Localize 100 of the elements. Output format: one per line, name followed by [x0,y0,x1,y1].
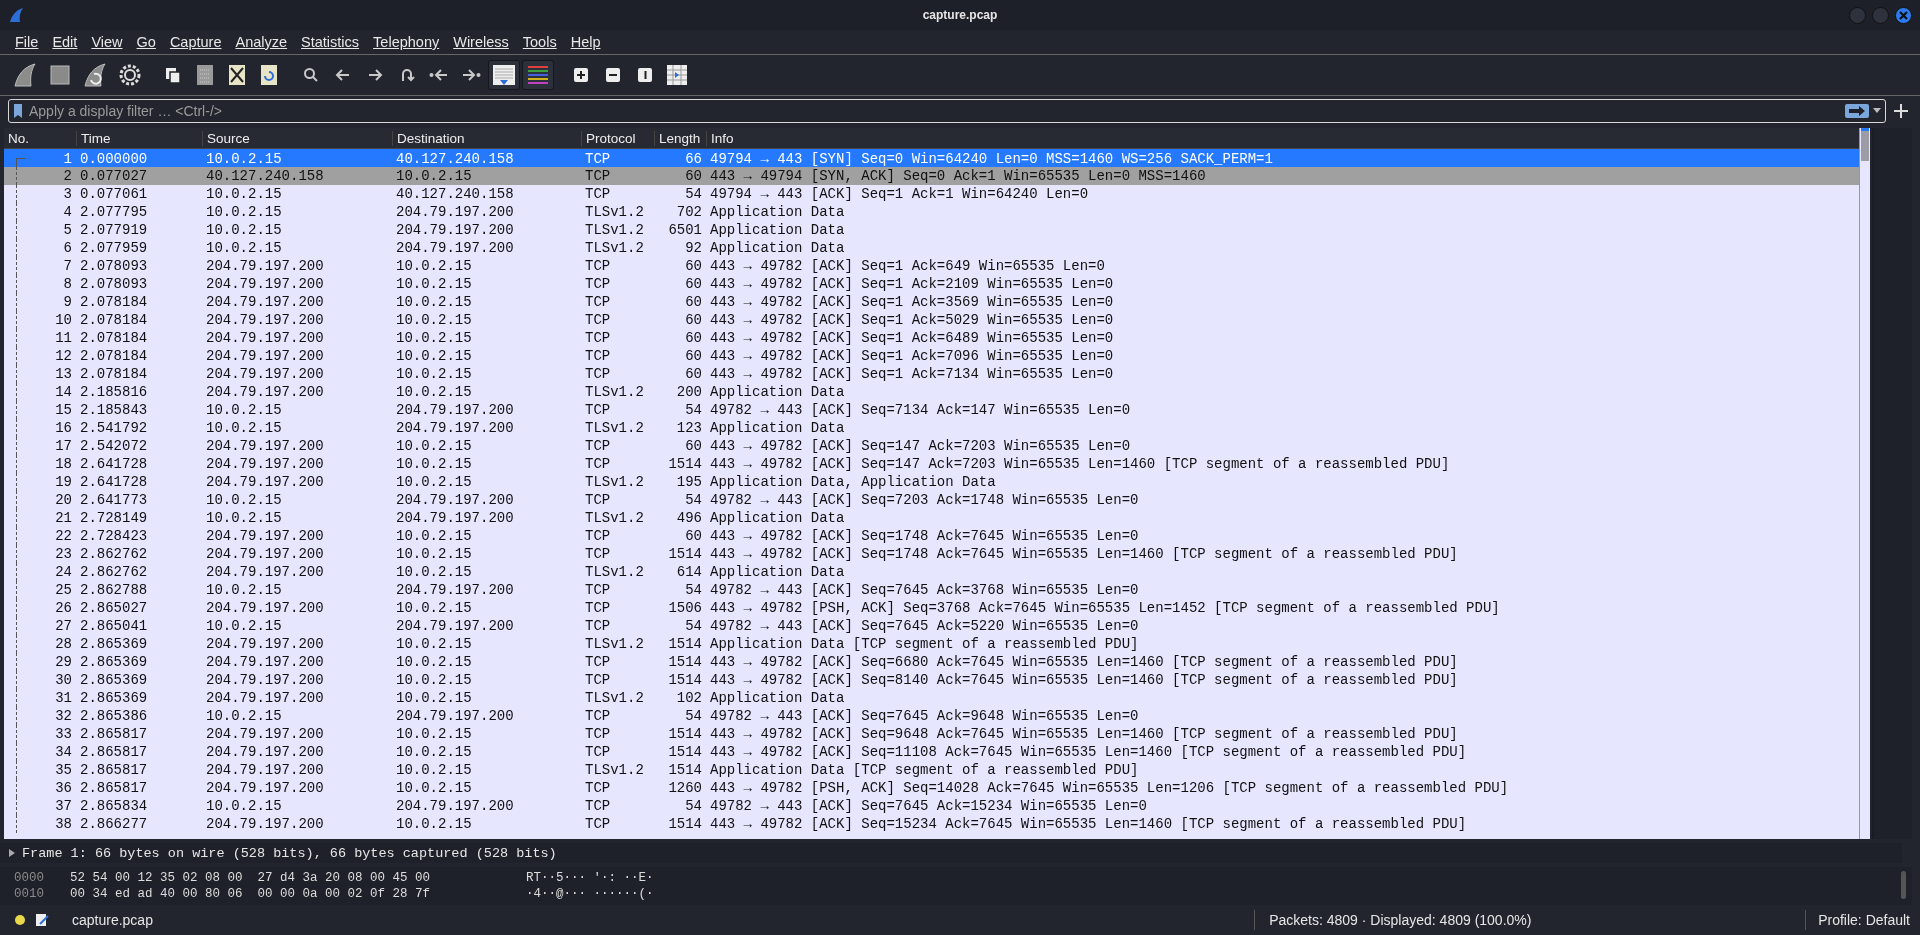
table-cell-text: 443 → 49794 [SYN, ACK] Seq=0 Ack=1 Win=65535 Len=0 MSS=1460 [709,168,1207,184]
apply-filter-button[interactable] [1845,104,1869,118]
menu-item[interactable]: Go [129,32,163,52]
table-cell-text: 443 → 49782 [ACK] Seq=1 Ack=2109 Win=65535 Len=0 [709,276,1115,292]
column-grid-icon [666,64,688,86]
menu-item[interactable]: Telephony [366,32,447,52]
table-cell-text: 204.79.197.200 [395,798,515,814]
table-cell-text: 3 [62,186,73,202]
table-cell-text: 54 [684,708,703,724]
hex-offset: 0010 [13,887,45,901]
table-cell-text: 10.0.2.15 [205,240,283,256]
menu-item[interactable]: Capture [162,32,229,52]
table-cell-text: 204.79.197.200 [205,474,325,490]
scrollbar[interactable] [1901,871,1906,899]
table-cell-text: 54 [684,618,703,634]
table-cell-text: 12 [54,348,73,364]
table-cell-text: TCP [584,348,612,364]
profile-label[interactable]: Profile: Default [1805,910,1920,930]
column-header[interactable]: Time [76,130,202,146]
search-icon [303,67,319,83]
table-cell-text: 2.542072 [79,438,149,454]
fin-with-arrow-icon [82,62,108,88]
table-cell-text: 31 [54,690,73,706]
menu-item[interactable]: Analyze [228,32,295,52]
square-icon [48,63,72,87]
table-cell-text: 443 → 49782 [ACK] Seq=9648 Ack=7645 Win=65535 Len=1460 [TCP segment of a reassembled PDU] [709,726,1459,742]
table-cell-text: 10.0.2.15 [395,546,473,562]
table-cell-text: 204.79.197.200 [205,744,325,760]
menu-item[interactable]: File [8,32,46,52]
table-cell-text: 443 → 49782 [ACK] Seq=15234 Ack=7645 Win=65535 Len=1460 [TCP segment of a reassembled PDU] [709,816,1468,832]
table-cell-text: Application Data [709,690,846,706]
table-cell-text: 10.0.2.15 [205,204,283,220]
table-cell-text: 60 [684,348,703,364]
toolbar-button[interactable] [488,60,520,90]
file-with-x-icon [227,63,247,87]
table-cell-text: 40.127.240.158 [395,186,515,202]
table-cell-text: 19 [54,474,73,490]
table-cell-text: 204.79.197.200 [395,402,515,418]
toolbar-button[interactable] [522,60,554,90]
packet-row[interactable]: 1 0.000000 10.0.2.15 40.127.240.158 TCP 66 49794 → 443 [SYN] Seq=0 Win=64240 Len=0 MSS=1460 WS=256 SACK_PERM=1 [4,149,1859,167]
column-header[interactable]: Length [654,130,706,146]
table-cell-text: 10.0.2.15 [395,636,473,652]
menu-item[interactable]: Statistics [294,32,367,52]
table-cell-text: 17 [54,438,73,454]
column-header[interactable]: Source [202,130,392,146]
table-cell-text: 2.865041 [79,618,149,634]
table-cell-text: TCP [584,528,612,544]
table-cell-text: 10.0.2.15 [395,564,473,580]
table-cell-text: 1514 [667,816,703,832]
display-filter-field[interactable]: Apply a display filter … <Ctrl-/> [8,99,1886,123]
menu-item[interactable]: Wireless [446,32,516,52]
table-cell-text: 443 → 49782 [PSH, ACK] Seq=14028 Ack=7645 Win=65535 Len=1206 [TCP segment of a reassembled PDU] [709,780,1510,796]
table-cell-text: 2.862762 [79,546,149,562]
table-cell-text: 2.865027 [79,600,149,616]
menu-item[interactable]: Help [563,32,608,52]
menu-item[interactable]: Edit [45,32,85,52]
table-cell-text: 10.0.2.15 [395,600,473,616]
table-cell-text: Application Data [TCP segment of a reassembled PDU] [709,636,1140,652]
table-cell-text: TLSv1.2 [584,636,645,652]
table-cell-text: 204.79.197.200 [395,708,515,724]
column-header[interactable]: Protocol [581,130,654,146]
table-cell-text: 614 [675,564,703,580]
table-cell-text: TLSv1.2 [584,564,645,580]
table-cell-text: 2 [62,168,73,184]
expand-toggle[interactable] [8,849,16,857]
table-cell-text: 21 [54,510,73,526]
table-cell-text: 443 → 49782 [ACK] Seq=1 Ack=7134 Win=65535 Len=0 [709,366,1115,382]
table-cell-text: 443 → 49782 [ACK] Seq=8140 Ack=7645 Win=65535 Len=1460 [TCP segment of a reassembled PDU] [709,672,1459,688]
menu-item[interactable]: Tools [515,32,564,52]
table-cell-text: 8 [62,276,73,292]
table-cell-text: 1514 [667,726,703,742]
table-cell-text: 54 [684,402,703,418]
table-cell-text: 2.865386 [79,708,149,724]
table-cell-text: 2.078184 [79,330,149,346]
table-cell-text: 10.0.2.15 [205,492,283,508]
table-cell-text: TCP [584,672,612,688]
close-button[interactable] [1895,6,1912,24]
table-cell-text: 1514 [667,744,703,760]
column-header[interactable]: Destination [392,130,581,146]
table-cell-text: 2.641728 [79,456,149,472]
table-cell-text: 10.0.2.15 [205,186,283,202]
menu-item[interactable]: View [84,32,130,52]
table-cell-text: 443 → 49782 [ACK] Seq=1 Ack=7096 Win=65535 Len=0 [709,348,1115,364]
scrollbar-thumb[interactable] [1861,128,1869,161]
filter-input[interactable]: Apply a display filter … <Ctrl-/> [27,102,1841,120]
table-cell-text: 10.0.2.15 [395,726,473,742]
table-cell-text: Application Data [709,240,846,256]
table-cell-text: 1514 [667,762,703,778]
table-cell-text: 2.077795 [79,204,149,220]
right-caret-icon [8,849,16,857]
table-cell-text: TCP [584,294,612,310]
table-cell-text: TCP [584,582,612,598]
column-header[interactable]: No. [4,130,76,146]
left-arrow-icon [335,68,351,82]
table-cell-text: 496 [675,510,703,526]
packet-row[interactable]: 2 0.077027 40.127.240.158 10.0.2.15 TCP 60 443 → 49794 [SYN, ACK] Seq=0 Ack=1 Win=65535 Len=0 MSS=1460 [4,167,1859,185]
dot-and-left-arrow-icon [429,68,449,82]
scrollbar[interactable] [1859,128,1870,839]
table-cell-text: 443 → 49782 [ACK] Seq=147 Ack=7203 Win=65535 Len=0 [709,438,1132,454]
hex-bytes: 00 34 ed ad 40 00 80 06 00 00 0a 00 02 0f 28 7f [70,887,432,901]
